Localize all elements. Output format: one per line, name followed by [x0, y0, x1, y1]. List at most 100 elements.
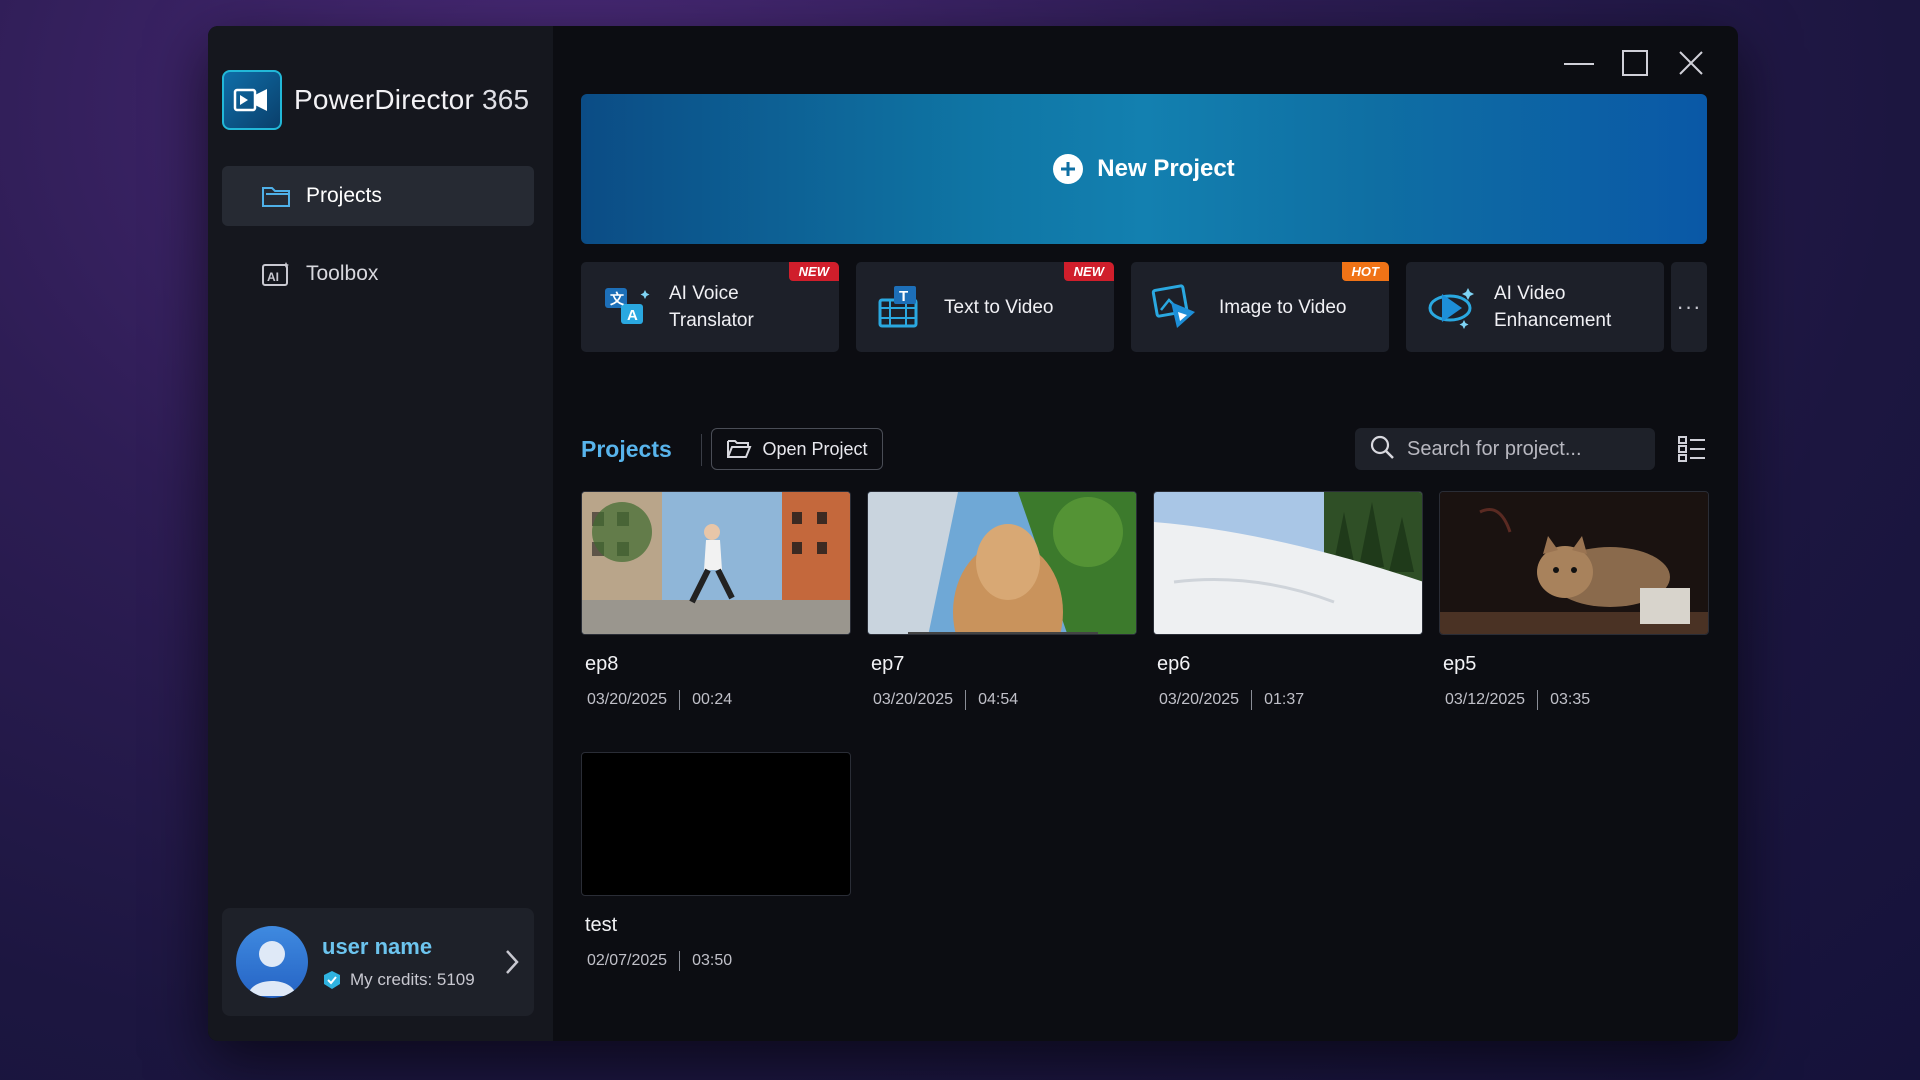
search-input[interactable] — [1407, 437, 1647, 461]
project-name: ep7 — [871, 653, 905, 675]
new-badge: NEW — [1063, 262, 1114, 281]
projects-header: Projects Open Project — [581, 428, 1707, 472]
project-meta: 03/20/2025 01:37 — [1153, 690, 1423, 710]
project-date: 03/20/2025 — [587, 691, 668, 708]
meta-separator — [1251, 690, 1253, 710]
project-card[interactable]: ep8 03/20/2025 00:24 — [581, 491, 851, 710]
svg-text:文: 文 — [610, 291, 625, 307]
folder-icon — [260, 182, 292, 210]
tool-label: AI Voice Translator — [669, 280, 754, 334]
meta-separator — [679, 690, 681, 710]
search-icon — [1369, 434, 1395, 465]
svg-text:AI: AI — [267, 270, 279, 284]
open-project-label: Open Project — [762, 438, 868, 459]
project-meta: 03/20/2025 04:54 — [867, 690, 1137, 710]
tool-ai-voice-translator[interactable]: 文 A AI Voice Translator NEW — [581, 262, 839, 352]
project-duration: 03:35 — [1550, 691, 1591, 708]
project-name: test — [585, 914, 618, 936]
project-date: 03/20/2025 — [1159, 691, 1240, 708]
sidebar-item-toolbox[interactable]: AI Toolbox — [222, 244, 534, 304]
tool-text-to-video[interactable]: T Text to Video NEW — [856, 262, 1114, 352]
tool-label-line1: AI Video — [1494, 283, 1566, 304]
tool-label-line2: Translator — [669, 310, 754, 331]
project-meta: 03/12/2025 03:35 — [1439, 690, 1709, 710]
open-project-button[interactable]: Open Project — [711, 428, 883, 470]
more-dots-icon: ··· — [1676, 294, 1702, 319]
user-info: user name My credits: 5109 — [322, 934, 475, 990]
open-folder-icon — [726, 438, 752, 460]
project-name: ep6 — [1157, 653, 1191, 675]
tool-ai-video-enhancement[interactable]: AI Video Enhancement — [1406, 262, 1664, 352]
chevron-right-icon — [504, 948, 520, 981]
meta-separator — [679, 951, 681, 971]
project-search — [1355, 428, 1655, 470]
new-project-label: New Project — [1097, 155, 1235, 182]
user-account-card[interactable]: user name My credits: 5109 — [222, 908, 534, 1016]
credits-text: My credits: 5109 — [350, 970, 475, 989]
credits-gem-icon — [322, 970, 342, 990]
svg-text:A: A — [627, 307, 638, 324]
main-panel: New Project 文 A AI Voice Translator NEW … — [553, 26, 1738, 1041]
new-project-button[interactable]: New Project — [581, 94, 1707, 244]
sidebar-item-projects[interactable]: Projects — [222, 166, 534, 226]
header-divider — [701, 434, 702, 466]
meta-separator — [1537, 690, 1539, 710]
tool-label: AI Video Enhancement — [1494, 280, 1611, 334]
project-date: 02/07/2025 — [587, 952, 668, 969]
project-duration: 03:50 — [692, 952, 733, 969]
project-thumbnail — [581, 491, 851, 635]
maximize-button[interactable] — [1618, 46, 1652, 80]
project-meta: 02/07/2025 03:50 — [581, 951, 851, 971]
tool-image-to-video[interactable]: Image to Video HOT — [1131, 262, 1389, 352]
project-duration: 00:24 — [692, 691, 733, 708]
project-meta: 03/20/2025 00:24 — [581, 690, 851, 710]
hot-badge: HOT — [1341, 262, 1389, 281]
minimize-button[interactable] — [1562, 46, 1596, 80]
ai-toolbox-icon: AI — [260, 260, 292, 288]
app-version: 365 — [481, 84, 530, 115]
sidebar: PowerDirector 365 Projects AI Toolbox us… — [208, 26, 553, 1041]
project-name: ep5 — [1443, 653, 1477, 675]
window-controls — [1562, 46, 1708, 80]
tool-label-line1: AI Voice — [669, 283, 739, 304]
project-thumbnail — [581, 752, 851, 896]
app-window: PowerDirector 365 Projects AI Toolbox us… — [208, 26, 1738, 1041]
credits-row: My credits: 5109 — [322, 970, 475, 990]
tool-label-line2: Enhancement — [1494, 310, 1612, 331]
plus-circle-icon — [1053, 154, 1084, 184]
tool-label-line1: Image to Video — [1219, 296, 1347, 318]
project-card[interactable]: test 02/07/2025 03:50 — [581, 752, 851, 971]
close-button[interactable] — [1674, 46, 1708, 80]
tool-label-line1: Text to Video — [944, 296, 1054, 318]
svg-text:T: T — [899, 288, 908, 305]
project-thumbnail — [1439, 491, 1709, 635]
tool-label: Image to Video — [1219, 294, 1346, 321]
ai-voice-translator-icon: 文 A — [601, 282, 651, 332]
new-badge: NEW — [788, 262, 839, 281]
avatar — [236, 926, 308, 998]
project-card[interactable]: ep6 03/20/2025 01:37 — [1153, 491, 1423, 710]
powerdirector-logo-icon — [222, 70, 282, 130]
ai-tools-row: 文 A AI Voice Translator NEW T Text to Vi… — [581, 262, 1707, 352]
brand: PowerDirector 365 — [222, 70, 529, 130]
sidebar-item-label: Projects — [306, 184, 382, 207]
project-name: ep8 — [585, 653, 619, 675]
project-thumbnail — [1153, 491, 1423, 635]
project-duration: 04:54 — [978, 691, 1019, 708]
more-tools-button[interactable]: ··· — [1671, 262, 1707, 352]
app-name: PowerDirector — [294, 84, 474, 115]
meta-separator — [965, 690, 967, 710]
project-date: 03/12/2025 — [1445, 691, 1526, 708]
project-duration: 01:37 — [1264, 691, 1305, 708]
list-view-toggle-icon[interactable] — [1677, 434, 1707, 464]
project-card[interactable]: ep5 03/12/2025 03:35 — [1439, 491, 1709, 710]
app-title: PowerDirector 365 — [294, 84, 529, 116]
sidebar-item-label: Toolbox — [306, 262, 379, 285]
project-card[interactable]: ep7 03/20/2025 04:54 — [867, 491, 1137, 710]
ai-video-enhancement-icon — [1426, 282, 1476, 332]
image-to-video-icon — [1151, 282, 1201, 332]
text-to-video-icon: T — [876, 282, 926, 332]
tool-label: Text to Video — [944, 294, 1054, 321]
project-date: 03/20/2025 — [873, 691, 954, 708]
projects-section-title: Projects — [581, 436, 672, 462]
